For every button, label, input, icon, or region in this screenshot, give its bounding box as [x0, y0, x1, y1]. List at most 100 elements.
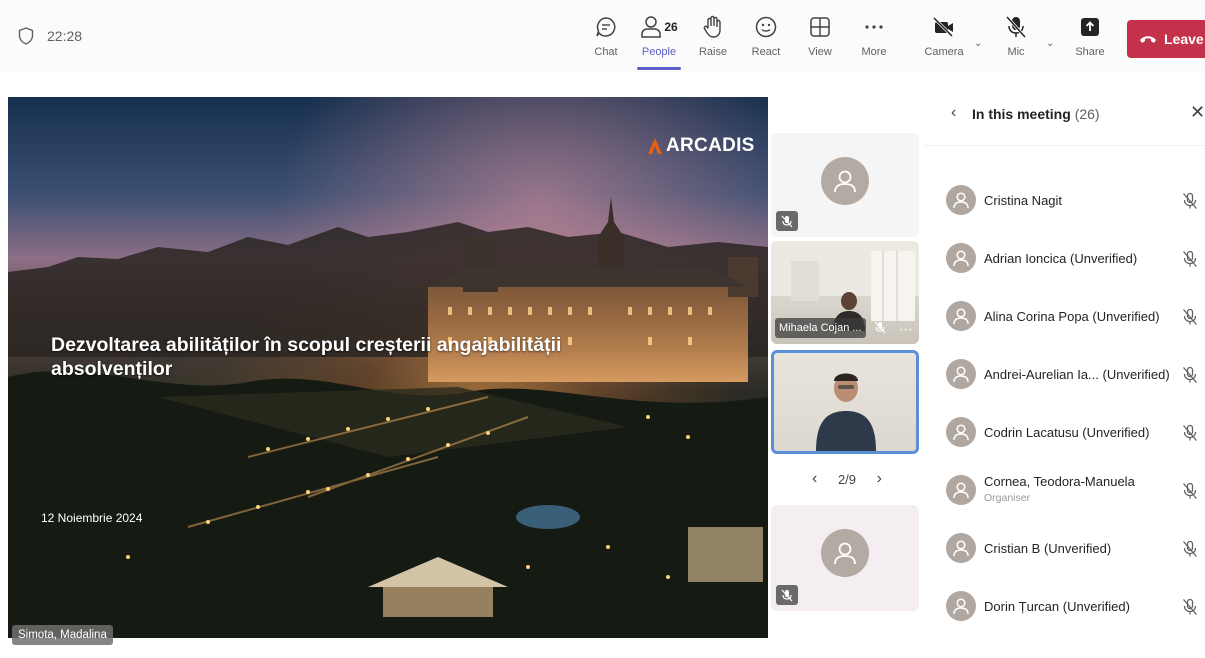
mic-options-chevron-icon[interactable]: ⌄ — [1046, 38, 1054, 49]
mic-label: Mic — [1007, 46, 1025, 58]
video-pager: ‹ 2/9 › — [812, 470, 882, 488]
participant-list-item[interactable]: Andrei-Aurelian Ia... (Unverified) — [946, 353, 1205, 397]
share-icon — [1081, 18, 1099, 36]
share-label: Share — [1075, 46, 1105, 58]
panel-title-text: In this meeting — [972, 106, 1071, 122]
slide-date: 12 Noiembrie 2024 — [41, 511, 143, 525]
meeting-toolbar: 22:28 Chat 26 People Raise React View Mo… — [0, 0, 1205, 72]
back-chevron-icon[interactable]: ‹ — [951, 104, 956, 122]
mic-off-icon — [1183, 250, 1197, 267]
people-label: People — [641, 46, 677, 58]
participant-video-tile[interactable]: Mihaela Cojan ... ⋯ — [771, 241, 919, 344]
mic-off-icon — [1183, 308, 1197, 325]
participant-list-item[interactable]: Codrin Lacatusu (Unverified) — [946, 411, 1205, 455]
shared-presentation: ARCADIS Dezvoltarea abilităților în scop… — [8, 97, 768, 638]
people-panel: ‹ In this meeting (26) ✕ Cristina Nagit … — [924, 84, 1205, 658]
active-tab-indicator — [637, 67, 681, 70]
participant-name: Codrin Lacatusu (Unverified) — [984, 425, 1150, 440]
chat-icon — [596, 17, 616, 37]
close-icon[interactable]: ✕ — [1190, 102, 1205, 123]
mic-off-icon — [1183, 366, 1197, 383]
avatar — [946, 417, 976, 447]
participant-name: Cornea, Teodora-Manuela — [984, 474, 1135, 489]
person-avatar-icon — [953, 366, 969, 383]
person-avatar-icon — [834, 170, 856, 193]
avatar — [821, 157, 869, 205]
participant-name: Adrian Ioncica (Unverified) — [984, 251, 1138, 266]
participant-name-tag: Mihaela Cojan ... — [775, 318, 866, 338]
participant-name: Andrei-Aurelian Ia... (Unverified) — [984, 367, 1170, 382]
avatar — [946, 533, 976, 563]
participant-video-tile[interactable] — [771, 133, 919, 237]
participant-list-item[interactable]: Dorin Țurcan (Unverified) — [946, 585, 1205, 629]
avatar — [946, 185, 976, 215]
mic-off-icon — [1183, 482, 1197, 499]
mic-off-icon — [1183, 540, 1197, 557]
slide-title: Dezvoltarea abilităților în scopul creșt… — [51, 334, 562, 380]
arcadis-logo: ARCADIS — [648, 135, 755, 157]
share-button[interactable]: Share — [1064, 12, 1116, 66]
people-button[interactable]: 26 People — [633, 12, 685, 66]
raise-hand-button[interactable]: Raise — [687, 12, 739, 66]
chat-label: Chat — [594, 46, 618, 58]
people-panel-header: ‹ In this meeting (26) ✕ — [924, 84, 1205, 146]
shield-icon — [18, 27, 34, 45]
participant-video-tile[interactable] — [771, 505, 919, 611]
mic-off-icon — [874, 321, 886, 334]
people-count-badge: 26 — [664, 20, 678, 34]
meeting-timer: 22:28 — [47, 28, 83, 44]
participant-name: Dorin Țurcan (Unverified) — [984, 599, 1130, 614]
participant-name: Cristian B (Unverified) — [984, 541, 1112, 556]
mic-off-icon — [1005, 15, 1027, 39]
leave-label: Leave — [1164, 31, 1204, 47]
mic-off-icon — [1183, 424, 1197, 441]
muted-indicator — [776, 211, 798, 231]
arcadis-logo-text: ARCADIS — [666, 135, 755, 156]
view-button[interactable]: View — [794, 12, 846, 66]
muted-indicator — [776, 585, 798, 605]
participant-list-item[interactable]: Cristian B (Unverified) — [946, 527, 1205, 571]
mic-button[interactable]: Mic — [990, 12, 1042, 66]
react-label: React — [751, 46, 781, 58]
person-avatar-icon — [953, 308, 969, 325]
person-avatar-icon — [953, 540, 969, 557]
smiley-icon — [755, 16, 777, 38]
person-avatar-icon — [953, 192, 969, 209]
person-avatar-icon — [953, 250, 969, 267]
video-page-indicator: 2/9 — [837, 471, 857, 487]
participant-video-feed — [816, 373, 876, 451]
phone-hangup-icon — [1140, 36, 1156, 43]
raise-label: Raise — [698, 46, 728, 58]
avatar — [946, 475, 976, 505]
participant-name: Alina Corina Popa (Unverified) — [984, 309, 1160, 324]
participant-video-tile-speaking[interactable] — [771, 350, 919, 454]
camera-label: Camera — [924, 46, 964, 58]
chat-button[interactable]: Chat — [580, 12, 632, 66]
participant-list-item[interactable]: Cornea, Teodora-Manuela Organiser — [946, 469, 1205, 513]
more-label: More — [861, 46, 887, 58]
react-button[interactable]: React — [740, 12, 792, 66]
avatar — [946, 243, 976, 273]
camera-options-chevron-icon[interactable]: ⌄ — [974, 38, 982, 49]
mic-off-icon — [1183, 192, 1197, 209]
participant-list-item[interactable]: Cristina Nagit — [946, 179, 1205, 223]
mic-off-icon — [1183, 598, 1197, 615]
camera-button[interactable]: Camera — [918, 12, 970, 66]
chevron-left-icon[interactable]: ‹ — [812, 470, 817, 488]
more-options-icon[interactable]: ⋯ — [899, 322, 913, 336]
person-avatar-icon — [953, 424, 969, 441]
participant-count: (26) — [1074, 106, 1100, 122]
more-button[interactable]: More — [848, 12, 900, 66]
arcadis-logo-mark-icon — [648, 138, 662, 154]
avatar — [946, 591, 976, 621]
person-avatar-icon — [834, 542, 856, 565]
mic-off-icon — [781, 589, 793, 601]
people-icon — [641, 16, 662, 38]
leave-button[interactable]: Leave — [1127, 20, 1205, 58]
participant-list-item[interactable]: Adrian Ioncica (Unverified) — [946, 237, 1205, 281]
chevron-right-icon[interactable]: › — [877, 470, 882, 488]
participant-role: Organiser — [984, 492, 1031, 504]
participant-list-item[interactable]: Alina Corina Popa (Unverified) — [946, 295, 1205, 339]
avatar — [821, 529, 869, 577]
avatar — [946, 359, 976, 389]
